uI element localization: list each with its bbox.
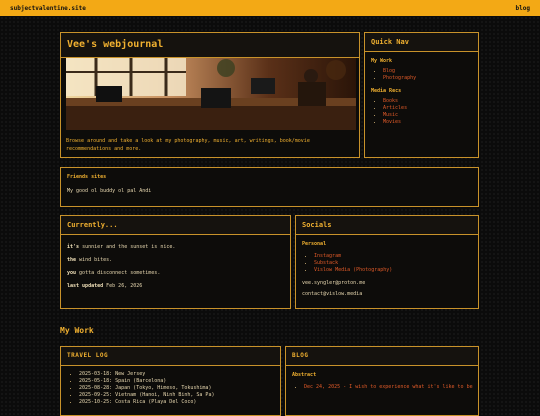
- social-link-instagram[interactable]: Instagram: [314, 253, 341, 259]
- site-name-link[interactable]: subjectvalentine.site: [10, 5, 86, 12]
- social-link-substack[interactable]: Substack: [314, 260, 338, 266]
- blog-nav-link[interactable]: blog: [516, 5, 530, 12]
- last-updated-label: last updated: [67, 283, 104, 289]
- currently-line1-bold: it's: [67, 244, 80, 250]
- travel-entry: 2025-03-18: New Jersey: [79, 371, 274, 378]
- currently-panel: Currently... it's sunnier and the sunset…: [60, 215, 291, 309]
- media-recs-label: Media Recs: [371, 88, 402, 94]
- travel-log-panel: TRAVEL LOG 2025-03-18: New Jersey 2025-0…: [60, 346, 281, 416]
- nav-link-movies[interactable]: Movies: [383, 119, 401, 125]
- blog-entry[interactable]: Dec 24, 2025 - I wish to experience what…: [304, 384, 473, 391]
- intro-description: Browse around and take a look at my phot…: [66, 138, 310, 152]
- top-bar: subjectvalentine.site blog: [0, 0, 540, 16]
- nav-link-books[interactable]: Books: [383, 98, 398, 104]
- currently-title: Currently...: [61, 216, 290, 235]
- nav-link-articles[interactable]: Articles: [383, 105, 407, 111]
- social-link-vislow[interactable]: Vislow Media (Photography): [314, 267, 392, 273]
- my-work-label: My Work: [371, 58, 393, 64]
- travel-entry: 2025-09-25: Vietnam (Hanoi, Ninh Binh, S…: [79, 392, 274, 399]
- currently-line2: wind bites.: [79, 257, 113, 263]
- currently-line1: sunnier and the sunset is nice.: [82, 244, 176, 250]
- blog-entry-date[interactable]: Dec 24, 2025: [304, 384, 340, 390]
- socials-panel: Socials Personal Instagram Substack Visl…: [295, 215, 479, 309]
- friends-panel: Friends sites My good ol buddy ol pal An…: [60, 167, 479, 207]
- nav-link-blog[interactable]: Blog: [383, 68, 395, 74]
- last-updated-date: Feb 26, 2026: [106, 283, 143, 289]
- currently-line2-bold: the: [67, 257, 77, 263]
- blog-title: BLOG: [286, 347, 478, 366]
- hero-photo: [66, 58, 356, 130]
- currently-line3-bold: you: [67, 270, 77, 276]
- page-title: Vee's webjournal: [61, 33, 359, 58]
- personal-label: Personal: [302, 241, 327, 247]
- friend-link-andi[interactable]: My good ol buddy ol pal Andi: [67, 188, 472, 194]
- travel-log-title: TRAVEL LOG: [61, 347, 280, 366]
- nav-link-music[interactable]: Music: [383, 112, 398, 118]
- my-work-heading: My Work: [60, 326, 94, 335]
- socials-title: Socials: [296, 216, 478, 235]
- currently-line3: gotta disconnect sometimes.: [79, 270, 161, 276]
- quick-nav-panel: Quick Nav My Work Blog Photography Media…: [364, 32, 479, 158]
- travel-entry: 2025-08-28: Japan (Tokyo, Himeso, Tokush…: [79, 385, 274, 392]
- email-contact[interactable]: contact@vislow.media: [302, 291, 472, 297]
- email-personal[interactable]: vee.syngler@proton.me: [302, 280, 472, 286]
- travel-entry: 2025-05-18: Spain (Barcelona): [79, 378, 274, 385]
- title-panel: Vee's webjournal Browse around and take …: [60, 32, 360, 158]
- nav-link-photography[interactable]: Photography: [383, 75, 416, 81]
- blog-panel: BLOG Abstract Dec 24, 2025 - I wish to e…: [285, 346, 479, 416]
- friends-label: Friends sites: [67, 174, 107, 180]
- blog-entry-text[interactable]: I wish to experience what it's like to b…: [349, 384, 472, 390]
- abstract-label: Abstract: [292, 372, 317, 378]
- quick-nav-title: Quick Nav: [365, 33, 478, 52]
